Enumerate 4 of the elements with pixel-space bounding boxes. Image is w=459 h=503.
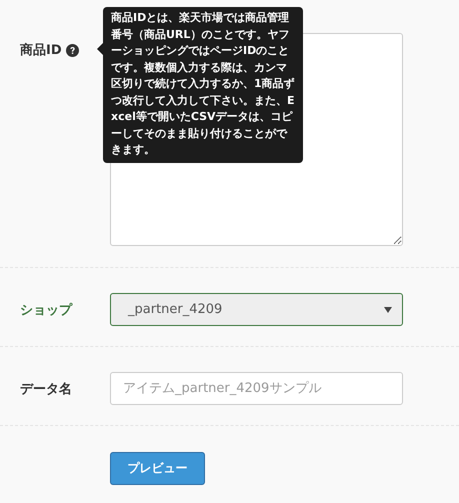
tooltip: 商品IDとは、楽天市場では商品管理番号（商品URL）のことです。ヤフーショッピングではページIDのことです。複数個入力する際は、カンマ区切りで続けて入力するか、1商品ずつ改行して入力して下さい。また、Excel等で開いたCSVデータは、コピーしてそのまま貼り付けることができます。 <box>97 7 303 162</box>
field-label: データ名 <box>20 381 72 398</box>
field-label: 商品ID <box>20 42 62 59</box>
field-label: ショップ <box>20 302 72 319</box>
